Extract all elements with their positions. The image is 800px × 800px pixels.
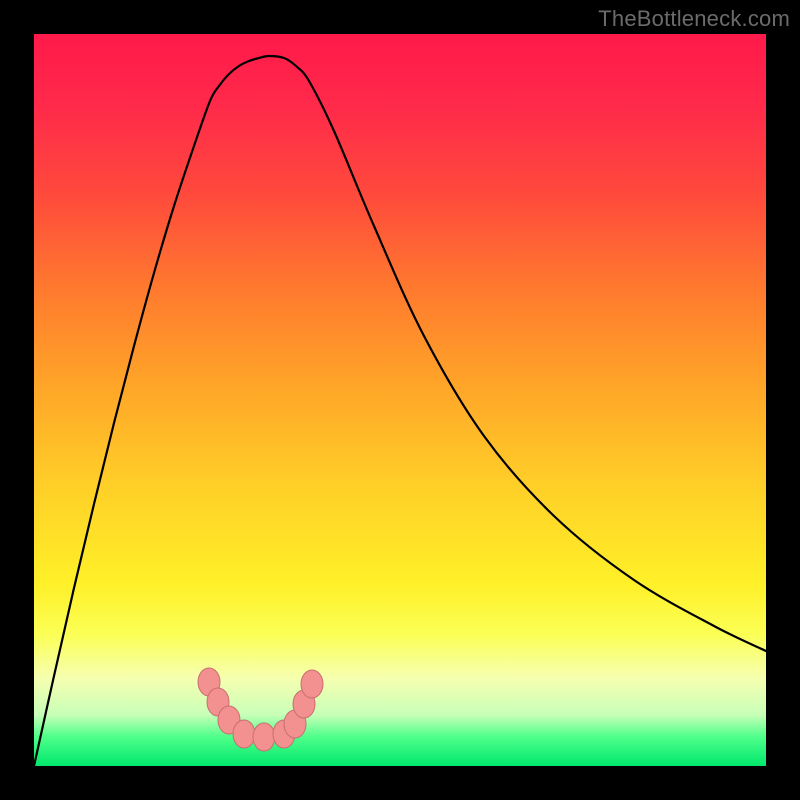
chart-frame: TheBottleneck.com: [0, 0, 800, 800]
curve-dots: [34, 34, 766, 766]
watermark-label: TheBottleneck.com: [598, 6, 790, 32]
curve-dot: [301, 670, 323, 698]
curve-dot: [233, 720, 255, 748]
curve-dot: [253, 723, 275, 751]
